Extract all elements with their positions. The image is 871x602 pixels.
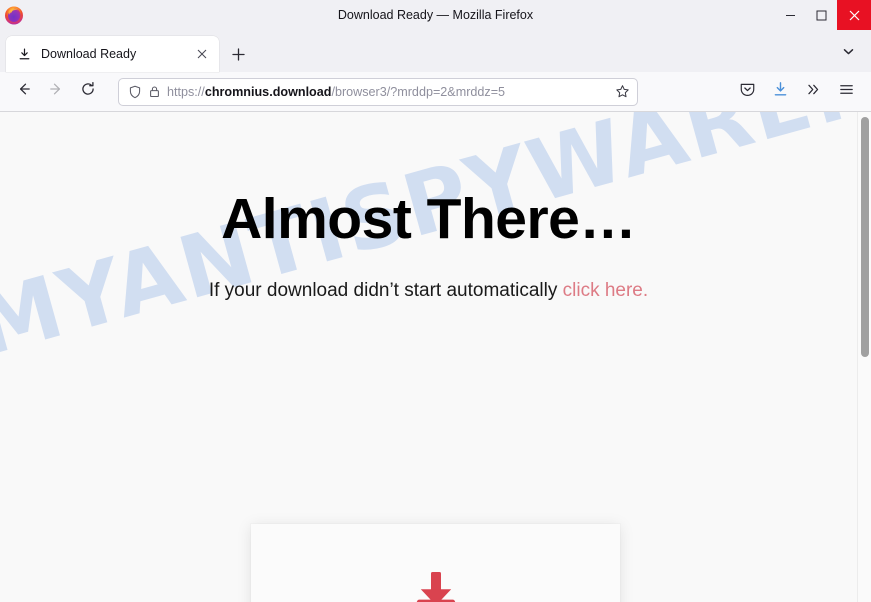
url-path: /browser3/?mrddp=2&mrddz=5 [331, 84, 506, 99]
back-button[interactable] [8, 77, 40, 107]
star-icon[interactable] [615, 84, 630, 99]
vertical-scrollbar[interactable] [857, 112, 871, 602]
page-title: Almost There… [221, 187, 636, 251]
tab-title: Download Ready [41, 47, 137, 61]
close-button[interactable] [837, 0, 871, 30]
tab-close-icon[interactable] [193, 45, 211, 63]
window-controls [775, 0, 871, 30]
minimize-button[interactable] [775, 0, 806, 30]
hamburger-menu-icon [838, 81, 855, 103]
window-title: Download Ready — Mozilla Firefox [337, 8, 534, 22]
reload-button[interactable] [72, 77, 104, 107]
window-titlebar: Download Ready — Mozilla Firefox [0, 0, 871, 30]
download-tray-icon [251, 524, 620, 602]
padlock-icon[interactable] [148, 85, 161, 98]
url-text[interactable]: https://chromnius.download/browser3/?mrd… [167, 79, 611, 105]
page-hero: Almost There… If your download didn’t st… [0, 112, 857, 302]
forward-arrow-icon [48, 81, 64, 102]
url-host: chromnius.download [204, 84, 332, 99]
overflow-menu-button[interactable] [797, 77, 830, 107]
browser-content-area: MYANTISPYWARE.COM Almost There… If your … [0, 112, 871, 602]
back-arrow-icon [16, 81, 32, 102]
url-bar[interactable]: https://chromnius.download/browser3/?mrd… [118, 77, 638, 106]
save-to-pocket-button[interactable] [731, 77, 764, 107]
double-chevron-icon [805, 81, 822, 103]
download-icon [16, 46, 32, 62]
maximize-button[interactable] [806, 0, 837, 30]
chevron-down-icon [842, 45, 855, 63]
download-card[interactable]: 01 Download Now [251, 524, 620, 602]
app-menu-button[interactable] [830, 77, 863, 107]
url-scheme: https:// [167, 84, 205, 99]
subtext-prefix: If your download didn’t start automatica… [208, 279, 563, 301]
web-page: MYANTISPYWARE.COM Almost There… If your … [0, 112, 871, 602]
navigation-toolbar: https://chromnius.download/browser3/?mrd… [0, 72, 871, 112]
tab-strip: Download Ready [0, 30, 871, 72]
forward-button[interactable] [40, 77, 72, 107]
browser-tab[interactable]: Download Ready [6, 36, 219, 72]
downloads-button[interactable] [764, 77, 797, 107]
downloads-arrow-icon [772, 81, 789, 103]
firefox-window: Download Ready — Mozilla Firefox Downloa… [0, 0, 871, 602]
page-subtext: If your download didn’t start automatica… [0, 250, 857, 302]
list-all-tabs-button[interactable] [835, 41, 861, 67]
reload-icon [80, 81, 96, 102]
scrollbar-thumb[interactable] [861, 117, 869, 357]
click-here-link[interactable]: click here. [563, 280, 649, 301]
shield-icon[interactable] [128, 85, 142, 99]
firefox-logo-icon [4, 5, 24, 25]
pocket-icon [739, 81, 756, 103]
toolbar-right-actions [731, 77, 863, 107]
new-tab-button[interactable] [223, 39, 253, 69]
